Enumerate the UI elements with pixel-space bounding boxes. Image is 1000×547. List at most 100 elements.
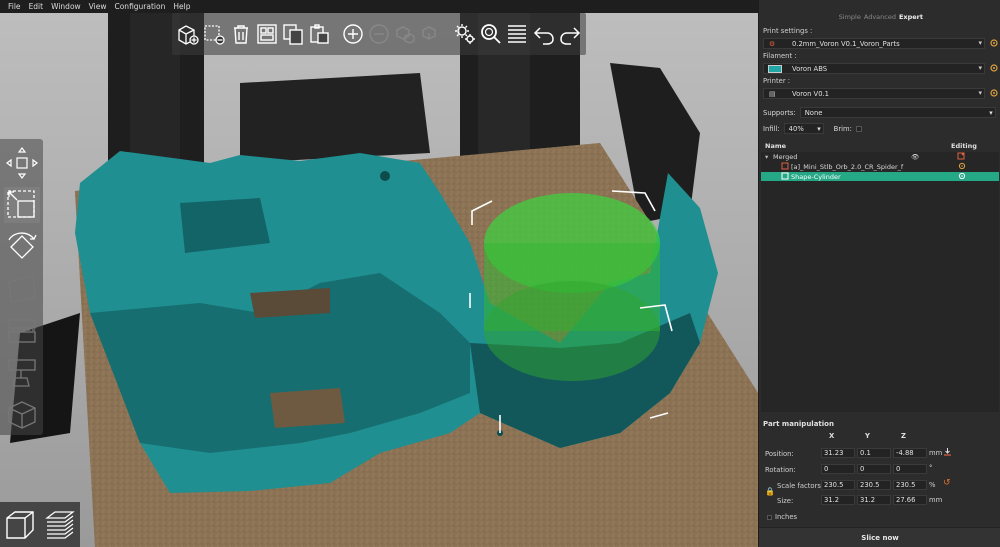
edit-object-icon[interactable] — [957, 152, 965, 160]
chevron-down-icon: ▾ — [978, 89, 982, 97]
gear-icon[interactable] — [958, 162, 966, 170]
search-icon — [481, 24, 501, 44]
delete-object-button[interactable] — [202, 21, 226, 48]
list-item[interactable]: [a]_Mini_Stlb_Orb_2.0_CR_Spider_f — [761, 162, 999, 171]
rotation-x-field[interactable]: 0 — [821, 464, 855, 474]
3d-viewport[interactable] — [0, 13, 758, 547]
object-list[interactable]: ▾ Merged 👁 [a]_Mini_Stlb_Orb_2.0_CR_Spid… — [761, 152, 999, 412]
supports-row: Supports: None ▾ — [763, 107, 996, 118]
filament-combo[interactable]: Voron ABS ▾ — [763, 63, 985, 74]
sla-support-button[interactable] — [4, 397, 40, 433]
teal-model-hole-3 — [270, 388, 345, 428]
add-object-button[interactable] — [176, 21, 200, 48]
arrange-icon — [257, 24, 277, 44]
layers-editing-button[interactable] — [505, 21, 529, 48]
header-y: Y — [865, 432, 870, 440]
scale-y-field[interactable]: 230.5 — [857, 480, 891, 490]
infill-combo[interactable]: 40% ▾ — [783, 123, 824, 134]
drop-to-bed-icon[interactable] — [943, 447, 952, 456]
column-editing[interactable]: Editing — [951, 142, 977, 150]
header-x: X — [829, 432, 835, 440]
rotation-unit: ° — [929, 464, 933, 472]
chevron-down-icon: ▾ — [978, 64, 982, 72]
undo-icon — [533, 27, 554, 45]
move-tool-button[interactable] — [4, 145, 40, 181]
position-z-field[interactable]: -4.88 — [893, 448, 927, 458]
menu-file[interactable]: File — [4, 0, 25, 13]
paste-icon — [310, 24, 329, 44]
gear-icon[interactable] — [958, 172, 966, 180]
menu-help[interactable]: Help — [169, 0, 194, 13]
place-on-face-button[interactable] — [4, 271, 40, 307]
menu-edit[interactable]: Edit — [25, 0, 48, 13]
layers-stack-icon — [45, 510, 75, 539]
place-on-face-icon — [7, 275, 36, 303]
filament-gear-icon[interactable] — [989, 63, 999, 73]
brim-checkbox[interactable] — [855, 125, 862, 132]
lock-icon[interactable]: 🔒 — [765, 487, 775, 496]
modifier-icon — [781, 172, 789, 180]
list-item[interactable]: ▾ Merged 👁 — [761, 152, 999, 161]
print-settings-gear-icon[interactable] — [989, 38, 999, 48]
paste-button[interactable] — [307, 21, 331, 48]
support-brush-icon — [7, 359, 36, 387]
rotation-z-field[interactable]: 0 — [893, 464, 927, 474]
mode-advanced[interactable]: Advanced — [864, 13, 896, 25]
rotate-tool-button[interactable] — [4, 229, 40, 265]
menu-window[interactable]: Window — [47, 0, 85, 13]
object-name: Shape-Cylinder — [791, 172, 841, 181]
undo-button[interactable] — [532, 21, 556, 48]
scale-tool-button[interactable] — [3, 187, 40, 223]
supports-combo[interactable]: None ▾ — [799, 107, 996, 118]
filament-color-swatch[interactable] — [768, 65, 782, 73]
rotation-y-field[interactable]: 0 — [857, 464, 891, 474]
eye-icon[interactable]: 👁 — [911, 153, 919, 161]
cube-outline-icon — [7, 401, 36, 429]
split-parts-button[interactable] — [419, 21, 443, 48]
plus-circle-icon — [343, 24, 363, 44]
add-instance-button[interactable] — [341, 21, 365, 48]
size-y-field[interactable]: 31.2 — [857, 495, 891, 505]
3d-view-button[interactable] — [2, 507, 38, 543]
scale-unit: % — [929, 481, 936, 489]
size-label: Size: — [777, 497, 794, 505]
search-button[interactable] — [479, 21, 503, 48]
3d-scene[interactable] — [0, 13, 758, 547]
remove-instance-button[interactable] — [367, 21, 391, 48]
filament-label: Filament : — [763, 52, 797, 60]
inches-checkbox[interactable] — [767, 515, 772, 520]
menu-configuration[interactable]: Configuration — [110, 0, 169, 13]
menu-view[interactable]: View — [85, 0, 111, 13]
support-paint-button[interactable] — [4, 355, 40, 391]
size-z-field[interactable]: 27.66 — [893, 495, 927, 505]
mode-expert[interactable]: Expert — [899, 13, 923, 25]
preview-view-button[interactable] — [42, 507, 78, 543]
size-x-field[interactable]: 31.2 — [821, 495, 855, 505]
print-settings-icon: ⚙ — [769, 40, 776, 48]
print-settings-combo[interactable]: ⚙ 0.2mm_Voron V0.1_Voron_Parts ▾ — [763, 38, 985, 49]
redo-button[interactable] — [558, 21, 582, 48]
scale-x-field[interactable]: 230.5 — [821, 480, 855, 490]
cylinder-modifier-bottom — [484, 281, 660, 381]
mode-simple[interactable]: Simple — [839, 13, 861, 25]
delete-all-button[interactable] — [228, 21, 252, 48]
printer-combo[interactable]: ▤ Voron V0.1 ▾ — [763, 88, 985, 99]
column-name[interactable]: Name — [765, 142, 786, 150]
chevron-down-icon: ▾ — [989, 108, 993, 117]
position-y-field[interactable]: 0.1 — [857, 448, 891, 458]
list-item-selected[interactable]: Shape-Cylinder — [761, 172, 999, 181]
printer-gear-icon[interactable] — [989, 88, 999, 98]
copy-icon — [283, 24, 303, 45]
arrange-button[interactable] — [255, 21, 279, 48]
cut-tool-button[interactable] — [4, 313, 40, 349]
object-name: Merged — [773, 152, 798, 161]
split-objects-button[interactable] — [393, 21, 417, 48]
reset-scale-icon[interactable]: ↺ — [943, 478, 951, 488]
copy-button[interactable] — [281, 21, 305, 48]
add-cube-icon — [178, 25, 199, 45]
scale-z-field[interactable]: 230.5 — [893, 480, 927, 490]
position-x-field[interactable]: 31.23 — [821, 448, 855, 458]
variable-layer-height-button[interactable] — [453, 21, 477, 48]
slice-now-button[interactable]: Slice now — [759, 527, 1000, 547]
expand-arrow-icon[interactable]: ▾ — [765, 153, 768, 161]
